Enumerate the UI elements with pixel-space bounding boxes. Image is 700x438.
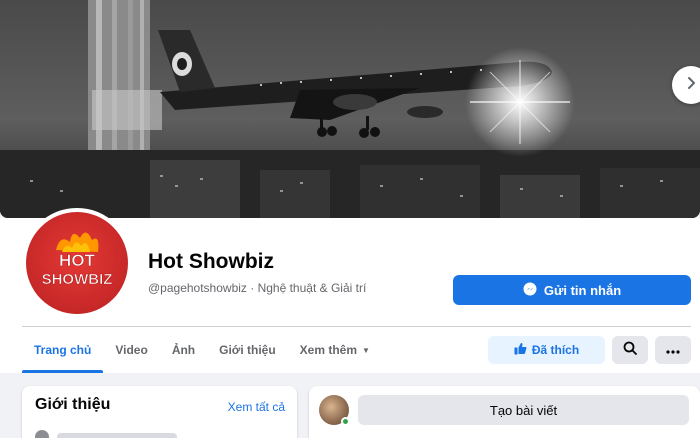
tab-home[interactable]: Trang chủ [22, 327, 104, 373]
intro-row-text-placeholder [57, 433, 177, 438]
svg-text:SHOWBIZ: SHOWBIZ [42, 271, 113, 288]
cover-airplane-image [0, 0, 700, 218]
tab-video-label: Video [115, 343, 148, 357]
more-options-button[interactable] [655, 336, 691, 364]
tab-about-label: Giới thiệu [219, 343, 276, 357]
search-button[interactable] [612, 336, 648, 364]
page-tabs: Trang chủ Video Ảnh Giới thiệu Xem thêm ▼ [22, 327, 382, 373]
liked-label: Đã thích [531, 343, 580, 357]
send-message-label: Gửi tin nhắn [543, 282, 622, 298]
tab-photos-label: Ảnh [171, 343, 196, 357]
liked-button[interactable]: Đã thích [488, 336, 605, 364]
intro-row [35, 430, 177, 438]
create-post-card: Tạo bài viết [309, 386, 700, 438]
intro-title: Giới thiệu [35, 396, 111, 413]
tab-video[interactable]: Video [103, 327, 159, 373]
intro-card: Giới thiệu Xem tất cả [22, 386, 297, 438]
tab-home-label: Trang chủ [34, 343, 92, 357]
hot-showbiz-logo: HOT SHOWBIZ [26, 212, 128, 314]
messenger-icon [523, 282, 537, 299]
tab-more-label: Xem thêm [299, 343, 358, 357]
tab-more[interactable]: Xem thêm ▼ [288, 327, 382, 373]
tab-about[interactable]: Giới thiệu [207, 327, 288, 373]
page-avatar[interactable]: HOT SHOWBIZ [22, 208, 132, 318]
send-message-button[interactable]: Gửi tin nhắn [453, 275, 691, 305]
chevron-right-icon [684, 76, 698, 95]
online-status-dot [341, 417, 350, 426]
more-icon [666, 341, 680, 359]
page-title: Hot Showbiz [148, 250, 274, 273]
info-icon [35, 430, 49, 438]
search-icon [623, 341, 637, 360]
see-all-link[interactable]: Xem tất cả [228, 400, 285, 414]
caret-down-icon: ▼ [362, 345, 370, 355]
tab-photos[interactable]: Ảnh [160, 327, 207, 373]
cover-photo[interactable] [0, 0, 700, 218]
create-post-button[interactable]: Tạo bài viết [358, 395, 689, 425]
svg-text:HOT: HOT [59, 251, 96, 270]
thumbs-up-icon [514, 342, 527, 358]
page-handle-category: @pagehotshowbiz · Nghệ thuật & Giải trí [148, 281, 367, 295]
